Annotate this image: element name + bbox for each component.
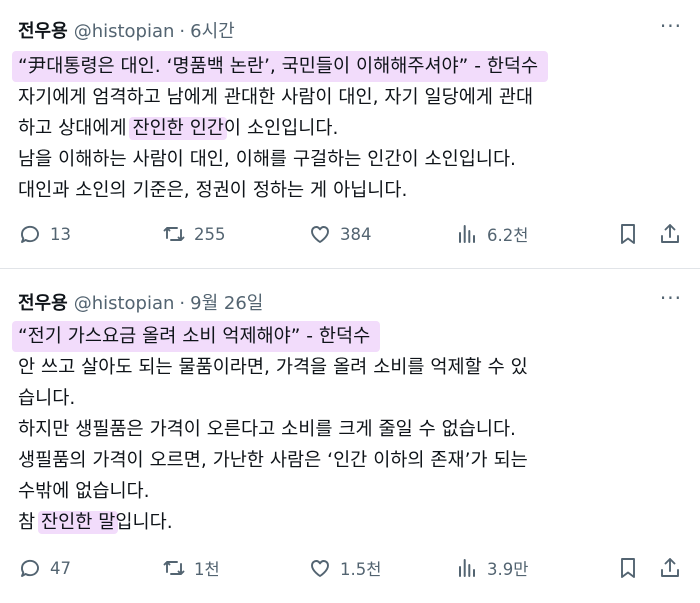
- reply-button[interactable]: 13: [18, 219, 71, 249]
- share-icon: [661, 224, 679, 243]
- text-line: 안 쓰고 살아도 되는 물품이라면, 가격을 올려 소비를 억제할 수 있: [18, 357, 528, 378]
- like-button[interactable]: 1.5천: [308, 553, 381, 583]
- text-line: 하고 상대에게 잔인한 인간이 소인입니다.: [18, 117, 339, 140]
- bookmark-button[interactable]: [616, 553, 640, 583]
- separator: ·: [179, 293, 186, 314]
- tweet-text: “尹대통령은 대인. ‘명품백 논란’, 국민들이 이해해주셔야” - 한덕수 …: [12, 51, 684, 206]
- highlighted-phrase: 잔인한 인간: [129, 117, 227, 140]
- repost-count: 255: [194, 224, 226, 244]
- views-button[interactable]: 6.2천: [455, 219, 528, 249]
- views-button[interactable]: 3.9만: [455, 553, 528, 583]
- text-line: 수밖에 없습니다.: [18, 481, 150, 502]
- share-icon: [661, 558, 679, 577]
- tweet[interactable]: 전우용 @histopian · 6시간 ··· “尹대통령은 대인. ‘명품백…: [0, 0, 700, 268]
- share-button[interactable]: [658, 219, 682, 249]
- like-count: 1.5천: [340, 560, 382, 579]
- tweet[interactable]: 전우용 @histopian · 9월 26일 ··· “전기 가스요금 올려 …: [0, 268, 700, 603]
- repost-count: 1천: [194, 560, 220, 579]
- text-line: 대인과 소인의 기준은, 정권이 정하는 게 아닙니다.: [18, 180, 408, 201]
- like-count: 384: [340, 224, 372, 244]
- author-handle[interactable]: @histopian: [74, 293, 175, 314]
- text-line: 생필품의 가격이 오르면, 가난한 사람은 ‘인간 이하의 존재’가 되는: [18, 450, 528, 471]
- share-button[interactable]: [658, 553, 682, 583]
- reply-icon: [21, 559, 39, 577]
- tweet-header: 전우용 @histopian · 9월 26일: [18, 289, 263, 315]
- action-bar: 47 1천 1.5천 3.9만: [18, 553, 682, 583]
- like-button[interactable]: 384: [308, 219, 372, 249]
- reply-count: 13: [50, 224, 71, 244]
- author-name[interactable]: 전우용: [18, 289, 68, 315]
- reply-button[interactable]: 47: [18, 553, 71, 583]
- bookmark-icon: [621, 224, 635, 244]
- repost-icon: [163, 227, 185, 241]
- highlighted-quote: “전기 가스요금 올려 소비 억제해야” - 한덕수: [12, 321, 381, 352]
- views-icon: [459, 225, 475, 243]
- repost-button[interactable]: 1천: [162, 553, 220, 583]
- reply-count: 47: [50, 558, 71, 578]
- bookmark-icon: [621, 558, 635, 578]
- text-line: 참 잔인한 말입니다.: [18, 511, 173, 534]
- text-line: 자기에게 엄격하고 남에게 관대한 사람이 대인, 자기 일당에게 관대: [18, 87, 534, 108]
- text-line: 남을 이해하는 사람이 대인, 이해를 구걸하는 인간이 소인입니다.: [18, 149, 516, 170]
- views-count: 6.2천: [487, 226, 529, 245]
- like-icon: [311, 560, 329, 577]
- highlighted-phrase: 잔인한 말: [38, 511, 119, 534]
- separator: ·: [179, 21, 186, 42]
- reply-icon: [21, 225, 39, 243]
- more-options-icon[interactable]: ···: [660, 286, 682, 310]
- like-icon: [311, 226, 329, 243]
- tweet-header: 전우용 @histopian · 6시간: [18, 17, 235, 43]
- text-line: 습니다.: [18, 388, 76, 409]
- repost-icon: [163, 561, 185, 575]
- views-count: 3.9만: [487, 560, 529, 579]
- bookmark-button[interactable]: [616, 219, 640, 249]
- timestamp[interactable]: 9월 26일: [190, 289, 263, 315]
- action-bar: 13 255 384 6.2천: [18, 219, 682, 249]
- views-icon: [459, 559, 475, 577]
- author-name[interactable]: 전우용: [18, 17, 68, 43]
- repost-button[interactable]: 255: [162, 219, 226, 249]
- tweet-text: “전기 가스요금 올려 소비 억제해야” - 한덕수 안 쓰고 살아도 되는 물…: [12, 321, 684, 538]
- text-line: 하지만 생필품은 가격이 오른다고 소비를 크게 줄일 수 없습니다.: [18, 419, 516, 440]
- timestamp[interactable]: 6시간: [190, 17, 235, 43]
- author-handle[interactable]: @histopian: [74, 21, 175, 42]
- more-options-icon[interactable]: ···: [660, 14, 682, 38]
- highlighted-quote: “尹대통령은 대인. ‘명품백 논란’, 국민들이 이해해주셔야” - 한덕수: [12, 51, 549, 82]
